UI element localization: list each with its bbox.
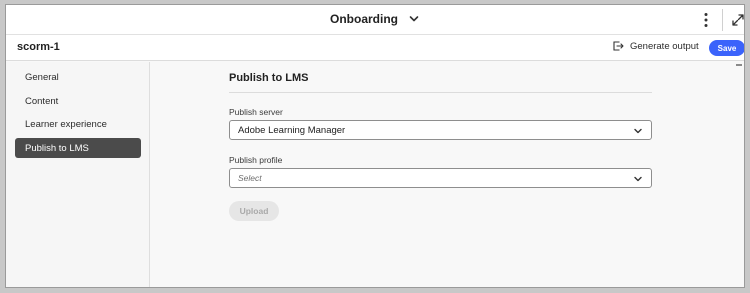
divider: [229, 92, 652, 93]
generate-output-label: Generate output: [630, 40, 699, 52]
sidebar-item-publish-to-lms[interactable]: Publish to LMS: [15, 138, 141, 158]
publish-server-select[interactable]: Adobe Learning Manager: [229, 120, 652, 140]
document-toolbar: scorm-1 Generate output Save: [6, 35, 744, 61]
divider: [722, 9, 723, 31]
publish-profile-placeholder: Select: [238, 173, 262, 183]
chevron-down-icon: [409, 16, 419, 22]
app-window: Onboarding scorm-1 Generate output Save …: [5, 4, 745, 288]
expand-icon[interactable]: [731, 13, 745, 27]
title-dropdown[interactable]: Onboarding: [6, 12, 744, 26]
generate-output-button[interactable]: Generate output: [612, 40, 699, 52]
project-title: Onboarding: [330, 12, 398, 26]
upload-button[interactable]: Upload: [229, 201, 279, 221]
sidebar-item-content[interactable]: Content: [15, 91, 141, 111]
sidebar-item-learner-experience[interactable]: Learner experience: [15, 114, 141, 134]
publish-server-label: Publish server: [229, 107, 283, 117]
save-button[interactable]: Save: [709, 40, 744, 56]
sidebar-item-general[interactable]: General: [15, 67, 141, 87]
chevron-down-icon: [634, 176, 642, 182]
more-vertical-icon[interactable]: [702, 12, 710, 28]
document-name: scorm-1: [17, 41, 60, 53]
section-title: Publish to LMS: [229, 72, 309, 84]
export-icon: [613, 41, 624, 51]
main-panel: Publish to LMS Publish server Adobe Lear…: [151, 62, 744, 287]
publish-server-value: Adobe Learning Manager: [238, 124, 346, 136]
publish-profile-select[interactable]: Select: [229, 168, 652, 188]
publish-profile-label: Publish profile: [229, 155, 283, 165]
chevron-down-icon: [634, 128, 642, 134]
scrollbar[interactable]: [736, 64, 742, 66]
settings-sidebar: General Content Learner experience Publi…: [6, 62, 150, 287]
top-bar: Onboarding: [6, 5, 744, 35]
